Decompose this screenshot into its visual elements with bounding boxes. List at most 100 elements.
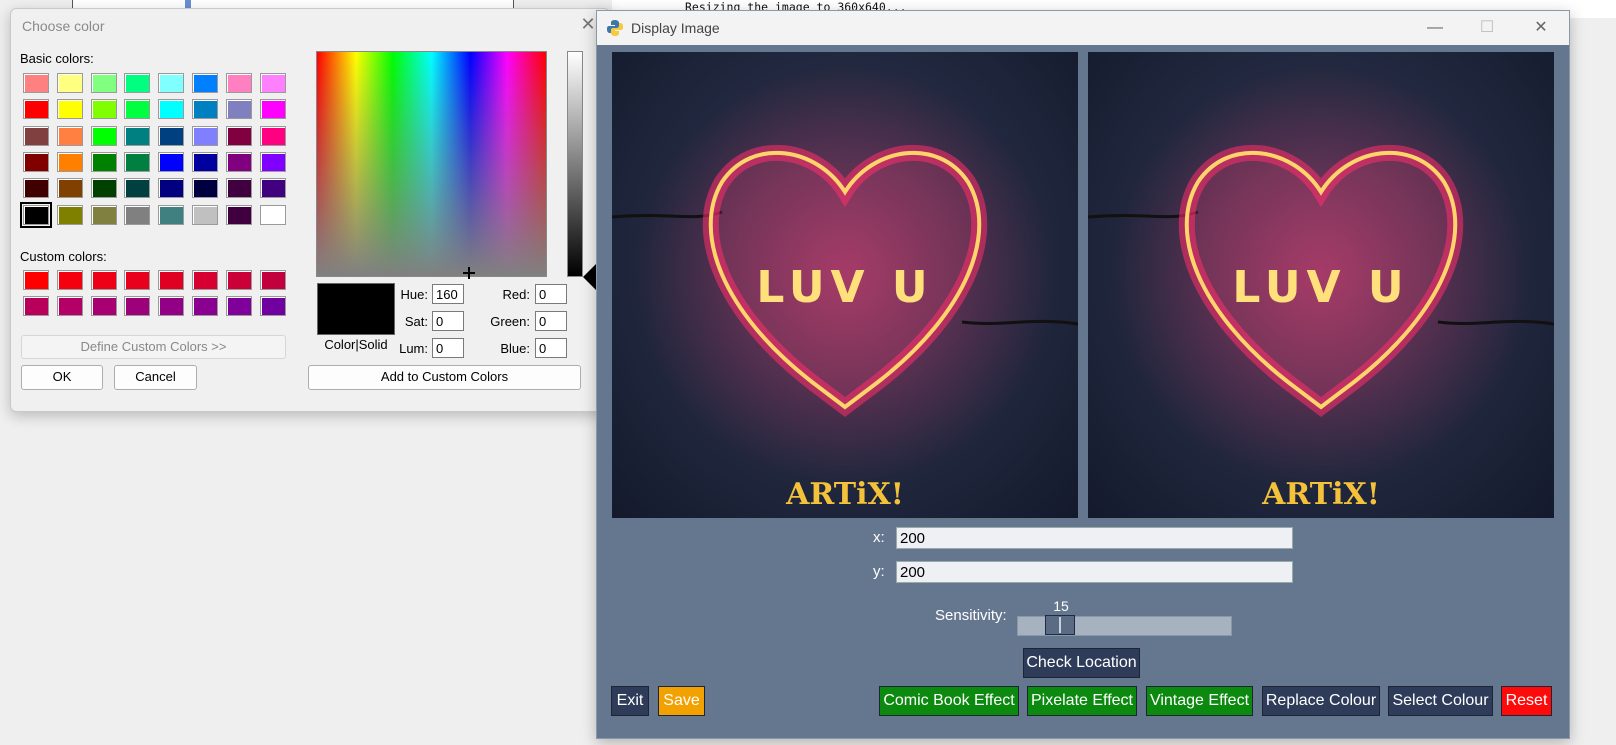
- basic-color-swatch[interactable]: [158, 99, 185, 120]
- red-label: Red:: [502, 287, 530, 302]
- basic-color-swatch[interactable]: [192, 125, 218, 146]
- processed-image[interactable]: LUV U ARTiX!: [1088, 52, 1554, 518]
- blue-field[interactable]: 0: [535, 338, 567, 358]
- basic-color-swatch[interactable]: [158, 151, 185, 172]
- basic-color-swatch[interactable]: [23, 99, 49, 120]
- add-to-custom-colors-button[interactable]: Add to Custom Colors: [308, 365, 581, 390]
- cancel-button[interactable]: Cancel: [114, 365, 197, 390]
- python-icon: [607, 20, 623, 36]
- custom-color-swatch[interactable]: [23, 270, 49, 290]
- minimize-icon[interactable]: —: [1415, 17, 1455, 39]
- close-icon[interactable]: ✕: [1521, 17, 1561, 39]
- save-button[interactable]: Save: [658, 686, 705, 716]
- basic-color-swatch[interactable]: [192, 73, 218, 93]
- custom-color-swatch[interactable]: [259, 296, 286, 317]
- custom-color-swatch[interactable]: [56, 296, 83, 317]
- basic-color-swatch[interactable]: [158, 73, 185, 93]
- basic-color-swatch[interactable]: [158, 178, 185, 199]
- basic-color-swatch[interactable]: [124, 151, 151, 172]
- basic-color-swatch[interactable]: [225, 204, 252, 225]
- basic-color-swatch[interactable]: [259, 99, 286, 120]
- basic-color-swatch[interactable]: [23, 125, 49, 146]
- basic-color-swatch[interactable]: [225, 73, 252, 93]
- custom-color-swatch[interactable]: [158, 270, 185, 290]
- exit-button[interactable]: Exit: [611, 686, 649, 716]
- custom-color-swatch[interactable]: [124, 296, 151, 317]
- basic-color-swatch[interactable]: [56, 178, 83, 199]
- luminosity-bar[interactable]: [567, 51, 583, 277]
- basic-color-swatch[interactable]: [259, 204, 286, 225]
- basic-color-swatch[interactable]: [192, 204, 218, 225]
- basic-color-swatch[interactable]: [90, 99, 117, 120]
- sensitivity-slider-thumb[interactable]: [1044, 615, 1075, 635]
- custom-color-swatch[interactable]: [259, 270, 286, 290]
- red-field[interactable]: 0: [535, 284, 567, 304]
- basic-color-swatch[interactable]: [225, 151, 252, 172]
- replace-colour-button[interactable]: Replace Colour: [1262, 686, 1380, 716]
- basic-color-swatch[interactable]: [259, 178, 286, 199]
- sat-field[interactable]: 0: [432, 311, 464, 331]
- custom-color-swatch[interactable]: [192, 270, 218, 290]
- basic-color-swatch[interactable]: [259, 125, 286, 146]
- maximize-icon[interactable]: ☐: [1467, 17, 1507, 39]
- basic-color-swatch[interactable]: [192, 151, 218, 172]
- reset-button[interactable]: Reset: [1501, 686, 1552, 716]
- lum-label: Lum:: [399, 341, 428, 356]
- lum-field[interactable]: 0: [432, 338, 464, 358]
- pixelate-effect-button[interactable]: Pixelate Effect: [1027, 686, 1137, 716]
- basic-color-swatch[interactable]: [124, 73, 151, 93]
- green-field[interactable]: 0: [535, 311, 567, 331]
- custom-color-swatch[interactable]: [158, 296, 185, 317]
- basic-color-swatch[interactable]: [56, 125, 83, 146]
- basic-color-swatch[interactable]: [259, 151, 286, 172]
- custom-color-swatch[interactable]: [225, 270, 252, 290]
- comic-book-effect-button[interactable]: Comic Book Effect: [879, 686, 1019, 716]
- dialog-title: Choose color: [22, 18, 105, 34]
- color-spectrum[interactable]: [316, 51, 547, 277]
- custom-color-swatch[interactable]: [192, 296, 218, 317]
- y-input[interactable]: 200: [896, 561, 1293, 583]
- select-colour-button[interactable]: Select Colour: [1388, 686, 1493, 716]
- basic-color-swatch[interactable]: [56, 151, 83, 172]
- window-title: Display Image: [631, 20, 720, 36]
- basic-color-swatch[interactable]: [192, 178, 218, 199]
- basic-color-swatch[interactable]: [23, 151, 49, 172]
- basic-color-swatch[interactable]: [56, 204, 83, 225]
- basic-color-swatch[interactable]: [158, 204, 185, 225]
- ok-button[interactable]: OK: [21, 365, 103, 390]
- basic-color-swatch[interactable]: [158, 125, 185, 146]
- custom-color-swatch[interactable]: [90, 270, 117, 290]
- check-location-button[interactable]: Check Location: [1023, 648, 1140, 678]
- custom-color-swatch[interactable]: [90, 296, 117, 317]
- basic-color-swatch[interactable]: [90, 73, 117, 93]
- custom-color-swatch[interactable]: [23, 296, 49, 317]
- basic-color-swatch[interactable]: [90, 204, 117, 225]
- basic-color-swatch[interactable]: [90, 178, 117, 199]
- custom-color-swatch[interactable]: [56, 270, 83, 290]
- original-image[interactable]: LUV U ARTiX!: [612, 52, 1078, 518]
- define-custom-colors-button[interactable]: Define Custom Colors >>: [21, 335, 286, 359]
- basic-color-swatch[interactable]: [124, 204, 151, 225]
- basic-color-swatch[interactable]: [124, 178, 151, 199]
- basic-color-swatch[interactable]: [225, 99, 252, 120]
- basic-color-swatch[interactable]: [23, 73, 49, 93]
- basic-color-swatch[interactable]: [90, 125, 117, 146]
- basic-color-swatch[interactable]: [56, 99, 83, 120]
- basic-color-swatch[interactable]: [23, 178, 49, 199]
- x-input[interactable]: 200: [896, 527, 1293, 549]
- basic-color-swatch[interactable]: [124, 125, 151, 146]
- basic-color-swatch[interactable]: [225, 178, 252, 199]
- basic-color-swatch[interactable]: [56, 73, 83, 93]
- basic-color-swatch[interactable]: [124, 99, 151, 120]
- custom-color-swatch[interactable]: [124, 270, 151, 290]
- hue-field[interactable]: 160: [432, 284, 464, 304]
- basic-color-swatch[interactable]: [20, 201, 52, 228]
- basic-color-swatch[interactable]: [225, 125, 252, 146]
- crosshair-icon[interactable]: [463, 267, 475, 279]
- vintage-effect-button[interactable]: Vintage Effect: [1146, 686, 1253, 716]
- basic-color-swatch[interactable]: [192, 99, 218, 120]
- basic-color-swatch[interactable]: [90, 151, 117, 172]
- custom-color-swatch[interactable]: [225, 296, 252, 317]
- basic-color-swatch[interactable]: [259, 73, 286, 93]
- choose-color-dialog: Choose color ✕ Basic colors: Custom colo…: [10, 8, 610, 412]
